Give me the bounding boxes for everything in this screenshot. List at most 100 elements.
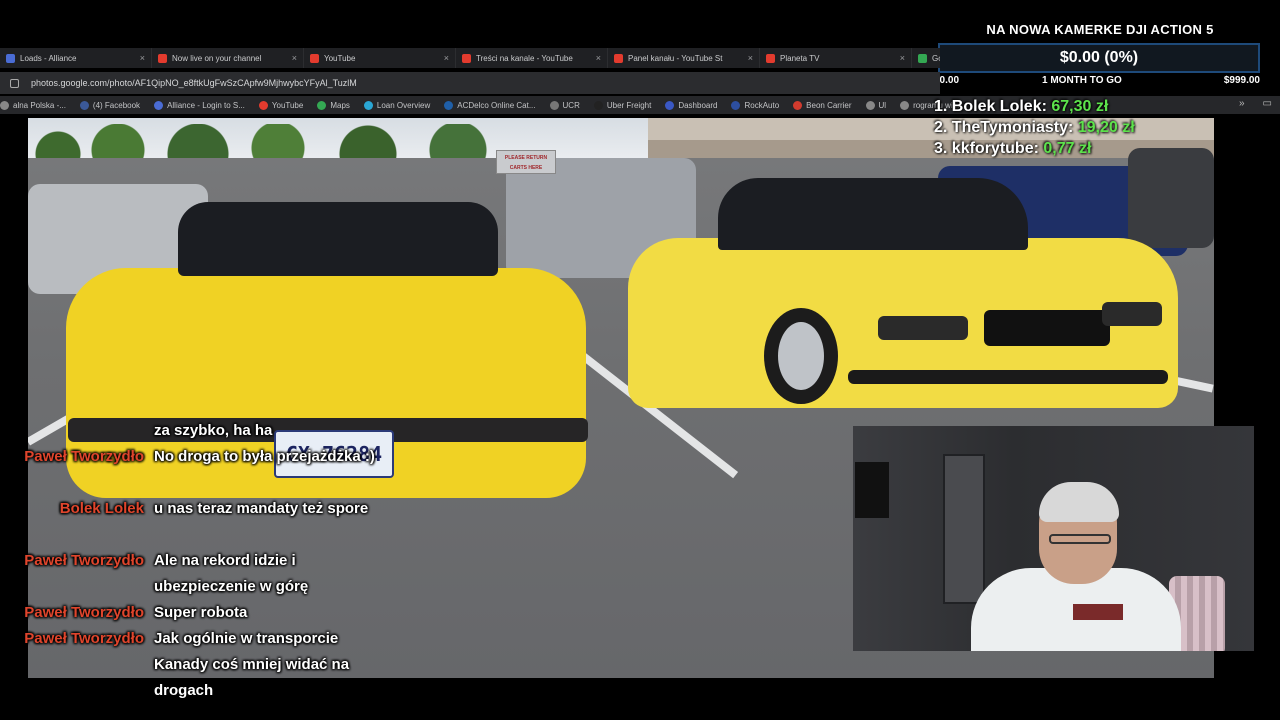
top-donors-leaderboard: 1. Bolek Lolek: 67,30 zł 2. TheTymoniasty…	[934, 98, 1234, 161]
leaderboard-row: 2. TheTymoniasty: 19,20 zł	[934, 119, 1234, 140]
bookmark-favicon-icon	[593, 100, 603, 110]
browser-tab[interactable]: Planeta TV ×	[760, 48, 912, 68]
tab-close-icon[interactable]: ×	[596, 53, 601, 63]
bookmark-favicon-icon	[444, 100, 454, 110]
bookmark-label: Maps	[330, 100, 350, 110]
tab-favicon-icon	[918, 53, 927, 63]
chat-username: Paweł Tworzydło	[24, 604, 144, 621]
tab-label: Planeta TV	[780, 53, 820, 63]
donation-goal-progress-text: $0.00 (0%)	[1059, 49, 1139, 66]
bookmark-favicon-icon	[363, 100, 373, 110]
chat-text: Super robota	[154, 604, 248, 621]
bookmark-label: alna Polska -...	[13, 100, 66, 110]
leaderboard-row: 3. kkforytube: 0,77 zł	[934, 140, 1234, 161]
bookmark-favicon-icon	[154, 100, 164, 110]
tab-close-icon[interactable]: ×	[900, 53, 905, 63]
bookmark-label: Dashboard	[678, 100, 718, 110]
chat-username: Paweł Tworzydło	[24, 448, 144, 465]
corvette-windshield	[178, 202, 498, 276]
cart-return-sign: PLEASE RETURN CARTS HERE	[496, 150, 556, 174]
bookmark-label: Loan Overview	[376, 100, 431, 110]
address-url[interactable]: photos.google.com/photo/AF1QipNO_e8ftkUg…	[31, 78, 357, 88]
bookmark-label: YouTube	[271, 100, 304, 110]
bmw-windshield	[718, 178, 1028, 250]
chat-text: za szybko, ha ha	[154, 422, 273, 439]
bookmark-favicon-icon	[731, 100, 741, 110]
streamer-glasses	[1049, 534, 1111, 544]
bookmark-item[interactable]: Dashboard	[665, 100, 718, 110]
bookmark-item[interactable]: UCR	[549, 100, 580, 110]
bookmark-favicon-icon	[258, 100, 268, 110]
bookmark-item[interactable]: Alliance - Login to S...	[154, 100, 245, 110]
tab-label: Loads - Alliance	[20, 53, 77, 63]
bookmarks-bar-right: » ▭	[1239, 98, 1272, 109]
bmw-kidney-grille	[984, 310, 1110, 346]
site-info-icon[interactable]	[10, 78, 19, 88]
bookmark-item[interactable]: Beon Carrier	[793, 100, 852, 110]
background-suv-dark	[1128, 148, 1214, 248]
donation-goal-title: NA NOWA KAMERKE DJI ACTION 5	[986, 22, 1214, 37]
bookmark-label: ACDelco Online Cat...	[457, 100, 536, 110]
bookmark-favicon-icon	[317, 100, 327, 110]
donor-name: 2. TheTymoniasty:	[934, 119, 1078, 136]
bookmark-item[interactable]: ACDelco Online Cat...	[444, 100, 536, 110]
tab-close-icon[interactable]: ×	[748, 53, 753, 63]
donor-amount: 67,30 zł	[1051, 98, 1109, 115]
browser-tab[interactable]: Loads - Alliance ×	[0, 48, 152, 68]
donor-name: 1. Bolek Lolek:	[934, 98, 1052, 115]
bookmark-item[interactable]: Loan Overview	[363, 100, 431, 110]
tab-close-icon[interactable]: ×	[140, 53, 145, 63]
bookmark-label: UCR	[562, 100, 580, 110]
tab-close-icon[interactable]: ×	[444, 53, 449, 63]
bookmark-favicon-icon	[865, 100, 875, 110]
bookmark-label: Beon Carrier	[806, 100, 852, 110]
chat-text: No droga to była przejażdżka :)	[154, 448, 375, 465]
bookmark-favicon-icon	[665, 100, 675, 110]
browser-tab-bar: Loads - Alliance × Now live on your channe…	[0, 48, 940, 68]
bmw-headlight-left	[878, 316, 968, 340]
bookmark-label: Ul	[878, 100, 887, 110]
browser-tab[interactable]: Google Maps×	[912, 48, 940, 68]
bmw-wheel-rim	[778, 322, 824, 390]
bookmark-item[interactable]: YouTube	[258, 100, 304, 110]
bookmark-label: Alliance - Login to S...	[167, 100, 245, 110]
folder-icon[interactable]: ▭	[1263, 98, 1272, 109]
tab-label: Treści na kanale - YouTube	[476, 53, 573, 63]
bookmark-label: Uber Freight	[606, 100, 652, 110]
webcam-door	[943, 454, 985, 604]
bookmarks-more-icon[interactable]: »	[1239, 98, 1245, 109]
browser-tab[interactable]: YouTube ×	[304, 48, 456, 68]
tab-favicon-icon	[766, 53, 775, 63]
browser-tab[interactable]: Panel kanału - YouTube St ×	[608, 48, 760, 68]
bookmark-label: (4) Facebook	[92, 100, 141, 110]
bookmark-favicon-icon	[549, 100, 559, 110]
bookmark-item[interactable]: Uber Freight	[593, 100, 652, 110]
donor-name: 3. kkforytube:	[934, 140, 1044, 157]
chat-username: Bolek Lolek	[59, 500, 144, 517]
bookmark-item[interactable]: (4) Facebook	[79, 100, 141, 110]
tab-close-icon[interactable]: ×	[292, 53, 297, 63]
browser-tab[interactable]: Now live on your channel ×	[152, 48, 304, 68]
bookmark-item[interactable]: RockAuto	[731, 100, 779, 110]
bmw-bumper-strip	[848, 370, 1168, 384]
bookmark-item[interactable]: alna Polska -...	[0, 100, 66, 110]
tab-favicon-icon	[310, 53, 319, 63]
tab-favicon-icon	[462, 53, 471, 63]
chat-username: Paweł Tworzydło	[24, 630, 144, 647]
donation-goal-meta: $0.00 1 MONTH TO GO $999.00	[934, 75, 1260, 89]
tab-favicon-icon	[614, 53, 623, 63]
bmw-headlight-right	[1102, 302, 1162, 326]
chat-text: Ale na rekord idzie i ubezpieczenie w gó…	[154, 552, 309, 595]
bookmark-item[interactable]: Ul	[865, 100, 887, 110]
webcam-monitor	[855, 462, 889, 518]
goal-time-remaining: 1 MONTH TO GO	[1042, 75, 1122, 86]
donation-goal-progress-bar: $0.00 (0%)	[938, 43, 1260, 73]
bookmark-item[interactable]: Maps	[317, 100, 350, 110]
goal-target-amount: $999.00	[1223, 75, 1260, 86]
bookmark-favicon-icon	[900, 100, 910, 110]
browser-tab[interactable]: Treści na kanale - YouTube ×	[456, 48, 608, 68]
leaderboard-row: 1. Bolek Lolek: 67,30 zł	[934, 98, 1234, 119]
address-bar[interactable]: photos.google.com/photo/AF1QipNO_e8ftkUg…	[0, 72, 940, 94]
stream-canvas: NA NOWA KAMERKE DJI ACTION 5 $0.00 (0%) …	[0, 0, 1280, 720]
donor-amount: 0,77 zł	[1043, 140, 1092, 157]
